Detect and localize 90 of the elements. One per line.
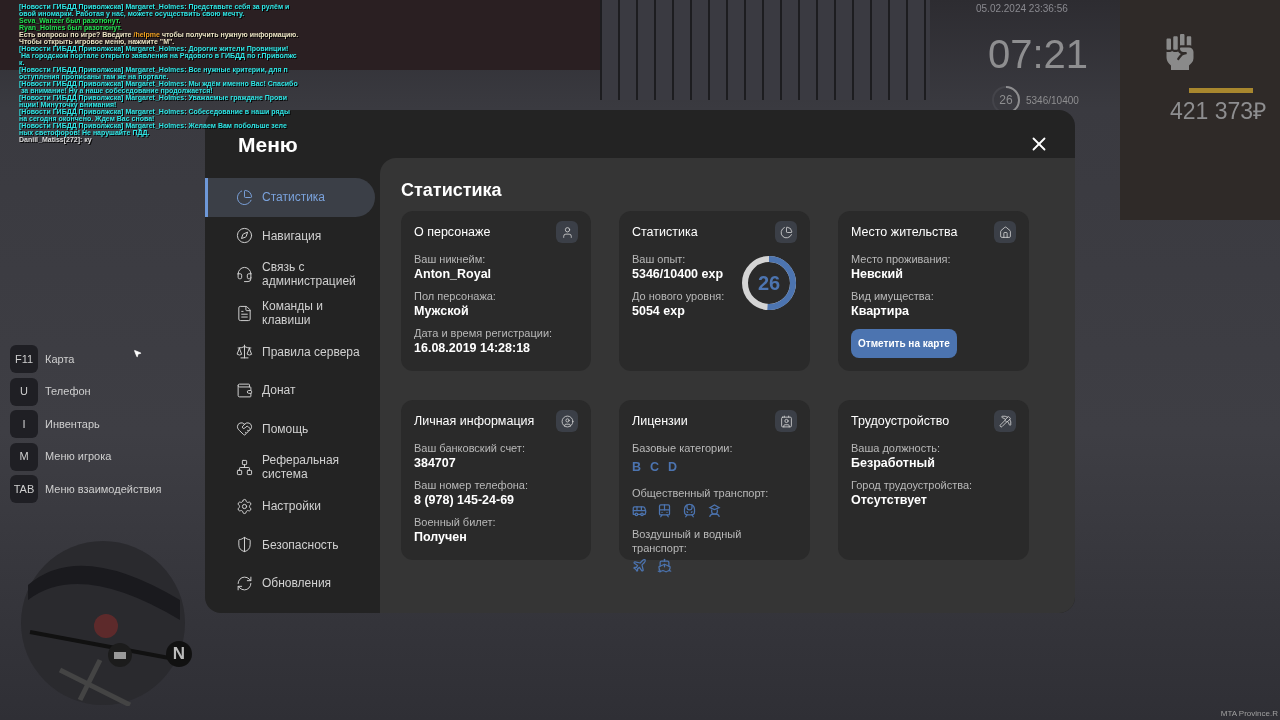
field-value: 16.08.2019 14:28:18 <box>414 340 532 356</box>
field-label: Ваш номер телефона: <box>414 478 529 492</box>
hotkey-label: Карта <box>45 351 75 367</box>
field-label: Пол персонажа: <box>414 289 497 303</box>
hotkey-label: Меню игрока <box>45 449 112 465</box>
menu-item[interactable]: Донат <box>205 370 375 410</box>
mark-on-map-button[interactable]: Отметить на карте <box>851 329 957 358</box>
field-value: Мужской <box>414 303 470 319</box>
field-value: Невский <box>851 266 904 282</box>
hotkey-key: F11 <box>10 345 38 373</box>
hotkey-key: M <box>10 442 38 471</box>
card-title: О персонаже <box>414 223 491 241</box>
menu-item[interactable]: Команды и клавиши <box>205 293 375 333</box>
exp-counter: 5346/10400 <box>1026 93 1079 108</box>
field-label: Военный билет: <box>414 515 497 529</box>
document-icon <box>236 304 253 322</box>
menu-item[interactable]: Реферальная система <box>205 448 375 487</box>
hotkey-key: I <box>10 410 38 438</box>
refresh-icon <box>236 574 253 592</box>
field-label: Ваш банковский счет: <box>414 441 526 455</box>
compass-icon <box>236 227 253 245</box>
money-balance: 421 373₽ <box>1170 97 1267 126</box>
card-title: Личная информация <box>414 412 535 430</box>
house-icon <box>994 221 1016 243</box>
field-label: Ваш опыт: <box>632 252 687 266</box>
person-with-cap-icon <box>707 502 722 518</box>
field-value: 5346/10400 exp <box>632 266 725 282</box>
license-section-label: Базовые категории: <box>632 441 734 455</box>
card-title: Место жительства <box>851 223 958 241</box>
airplane-icon <box>632 557 647 573</box>
hotkey-label: Меню взаимодействия <box>45 481 162 497</box>
scales-icon <box>236 343 253 361</box>
menu-item[interactable]: Безопасность <box>205 525 375 564</box>
field-label: Город трудоустройства: <box>851 478 974 492</box>
field-value: Отсутствует <box>851 492 928 508</box>
menu-item[interactable]: Настройки <box>205 486 375 526</box>
section-title: Статистика <box>401 179 503 202</box>
field-label: Вид имущества: <box>851 289 935 303</box>
menu-item[interactable]: Связь с администрацией <box>205 255 375 294</box>
level-number: 26 <box>757 271 781 296</box>
card-title: Статистика <box>632 223 698 241</box>
game-clock: 07:21 <box>988 31 1089 78</box>
train-icon <box>682 502 697 518</box>
fist-icon <box>1166 34 1194 70</box>
contact-card-icon <box>775 410 797 432</box>
player-level: 26 <box>999 92 1013 109</box>
hotkey-key: TAB <box>10 475 38 503</box>
hotkey-label: Телефон <box>45 384 91 400</box>
cursor-icon <box>133 349 142 358</box>
license-category: B <box>632 459 642 476</box>
heart-handshake-icon <box>236 420 253 438</box>
wallet-icon <box>236 381 253 399</box>
date-time: 05.02.2024 23:36:56 <box>976 2 1068 16</box>
field-label: Ваша должность: <box>851 441 942 455</box>
field-value: Безработный <box>851 455 936 471</box>
field-label: Место проживания: <box>851 252 952 266</box>
shield-icon <box>236 536 253 554</box>
card-title: Трудоустройство <box>851 412 950 430</box>
server-label: MTA Province.R <box>1220 708 1278 720</box>
menu-item[interactable]: Навигация <box>205 216 375 256</box>
menu-item[interactable]: Статистика <box>205 178 375 217</box>
menu-item[interactable]: Помощь <box>205 409 375 449</box>
tram-icon <box>657 502 672 518</box>
license-section-label: Воздушный и водный транспорт: <box>632 526 743 555</box>
hotkey-key: U <box>10 377 38 406</box>
user-icon <box>556 221 578 243</box>
network-icon <box>236 458 253 476</box>
menu-item[interactable]: Правила сервера <box>205 332 375 371</box>
pickaxe-icon <box>994 410 1016 432</box>
card-title: Лицензии <box>632 412 688 430</box>
menu-item[interactable]: Обновления <box>205 563 375 603</box>
license-section-label: Общественный транспорт: <box>632 485 770 500</box>
settings-icon <box>236 497 253 515</box>
field-value: 8 (978) 145-24-69 <box>414 492 516 508</box>
ship-icon <box>657 557 672 573</box>
field-value: Получен <box>414 529 468 545</box>
license-category: D <box>668 459 678 476</box>
field-label: Ваш никнейм: <box>414 252 487 266</box>
field-label: Дата и время регистрации: <box>414 326 554 340</box>
field-value: 384707 <box>414 455 457 471</box>
field-value: Квартира <box>851 303 910 319</box>
headset-icon <box>236 266 253 283</box>
hotkey-label: Инвентарь <box>45 416 100 432</box>
field-label: До нового уровня: <box>632 289 725 303</box>
field-value: Anton_Royal <box>414 266 493 282</box>
menu-title: Меню <box>238 134 298 156</box>
license-category: C <box>650 459 660 476</box>
field-value: 5054 exp <box>632 303 686 319</box>
pie-chart-icon <box>775 221 797 243</box>
pie-chart-icon <box>236 188 253 206</box>
